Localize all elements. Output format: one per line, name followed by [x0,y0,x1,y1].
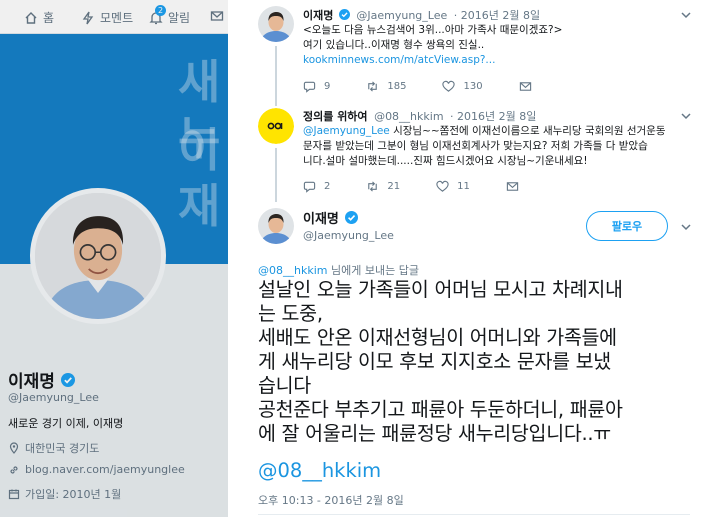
reply-count: 9 [324,81,331,92]
retweet-icon [368,81,378,92]
tweet-header: 정의를 위하여 @08__hkkim · 2016년 2월 8일 [303,108,536,124]
divider [258,514,690,515]
person-portrait-icon [258,6,294,42]
tweet-timestamp[interactable]: · 2016년 2월 8일 [450,110,536,123]
background-overlay[interactable] [0,0,228,517]
thread-connector-line [275,148,277,202]
tweet-text: <오늘도 다음 뉴스검색어 3위...아마 가족사 때문이겠죠?> 여기 있습니… [303,23,703,68]
chevron-down-icon[interactable] [680,221,692,233]
tweet-text-line: 여기 있습니다..이재명 형수 쌍욕의 진실.. [303,39,485,51]
chevron-down-icon[interactable] [680,110,692,122]
tweet-link[interactable]: kookminnews.com/m/atcView.asp?... [303,53,703,68]
like-count: 130 [463,81,483,92]
tweet-author-handle: @08__hkkim [374,110,444,123]
like-button[interactable]: 130 [442,80,483,93]
tweet-author-avatar[interactable] [258,108,294,144]
tweet-text-line: 문자를 받았는데 그분이 형님 이재선회계사가 맞는지요? 저희 가족들 다 받… [303,140,648,152]
tweet-text-line: <오늘도 다음 뉴스검색어 3위...아마 가족사 때문이겠죠?> [303,24,563,36]
tweet-text: @Jaemyung_Lee 시장님~~쫌전에 이재선이름으로 새누리당 국회의원… [303,124,703,169]
verified-badge-icon [338,9,350,20]
reply-context: @08__hkkim 님에게 보내는 답글 [258,262,419,278]
main-tweet-author-handle: @Jaemyung_Lee [303,229,394,242]
person-portrait-icon [258,208,294,244]
main-tweet-author-name[interactable]: 이재명 [303,208,358,227]
heart-icon [442,80,456,92]
like-count: 11 [457,181,470,192]
envelope-icon [519,82,531,91]
reply-to-mention[interactable]: @08__hkkim [258,264,327,277]
main-tweet-mention[interactable]: @08__hkkim [258,459,381,482]
reply-icon [303,181,316,193]
tweet-detail-modal: 이재명 @Jaemyung_Lee · 2016년 2월 8일 <오늘도 다음 … [228,0,720,517]
reply-count: 2 [324,181,331,192]
tweet-author-name[interactable]: 정의를 위하여 [303,110,368,123]
retweet-button[interactable]: 21 [366,180,400,193]
tweet-text-segment: 시장님~~쫌전에 이재선이름으로 새누리당 국회의원 선거운동 [389,125,666,137]
retweet-button[interactable]: 185 [366,80,406,93]
main-tweet-timestamp[interactable]: 오후 10:13 - 2016년 2월 8일 [258,492,404,508]
tweet-header: 이재명 @Jaemyung_Lee · 2016년 2월 8일 [303,7,540,23]
chevron-down-icon[interactable] [680,9,692,21]
main-tweet-text: 설날인 오늘 가족들이 어머님 모시고 차례지내 는 도중, 세배도 안온 이재… [258,278,623,445]
reply-icon [303,81,316,93]
follow-button[interactable]: 팔로우 [586,211,668,241]
tweet-text-line: 니다.설마 설마했는데.....진짜 힘드시겠어요 시장님~기운내세요! [303,155,588,167]
direct-message-button[interactable] [506,180,519,193]
tweet-author-name[interactable]: 이재명 [303,9,333,22]
direct-message-button[interactable] [519,80,532,93]
verified-badge-icon [344,211,358,224]
thread-connector-line [275,46,277,106]
envelope-icon [506,182,519,191]
retweet-icon [368,181,378,192]
like-button[interactable]: 11 [436,180,470,193]
main-tweet-author-name-text: 이재명 [303,212,339,227]
retweet-count: 185 [387,81,407,92]
tweet-author-avatar[interactable] [258,6,294,42]
tweet-actions: 2 21 11 [303,180,555,193]
tweet-author-handle: @Jaemyung_Lee [356,9,448,22]
tweet-text-line: @Jaemyung_Lee 시장님~~쫌전에 이재선이름으로 새누리당 국회의원… [303,124,703,139]
main-tweet-author-avatar[interactable] [258,208,294,244]
tweet-actions: 9 185 130 [303,80,568,93]
reply-button[interactable]: 9 [303,80,330,93]
retweet-count: 21 [387,181,401,192]
tweet-mention[interactable]: @Jaemyung_Lee [303,125,390,137]
tweet-timestamp[interactable]: · 2016년 2월 8일 [454,9,540,22]
yellow-logo-avatar-icon [258,108,294,144]
reply-to-suffix: 님에게 보내는 답글 [327,264,419,277]
reply-button[interactable]: 2 [303,180,330,193]
heart-icon [436,180,449,192]
